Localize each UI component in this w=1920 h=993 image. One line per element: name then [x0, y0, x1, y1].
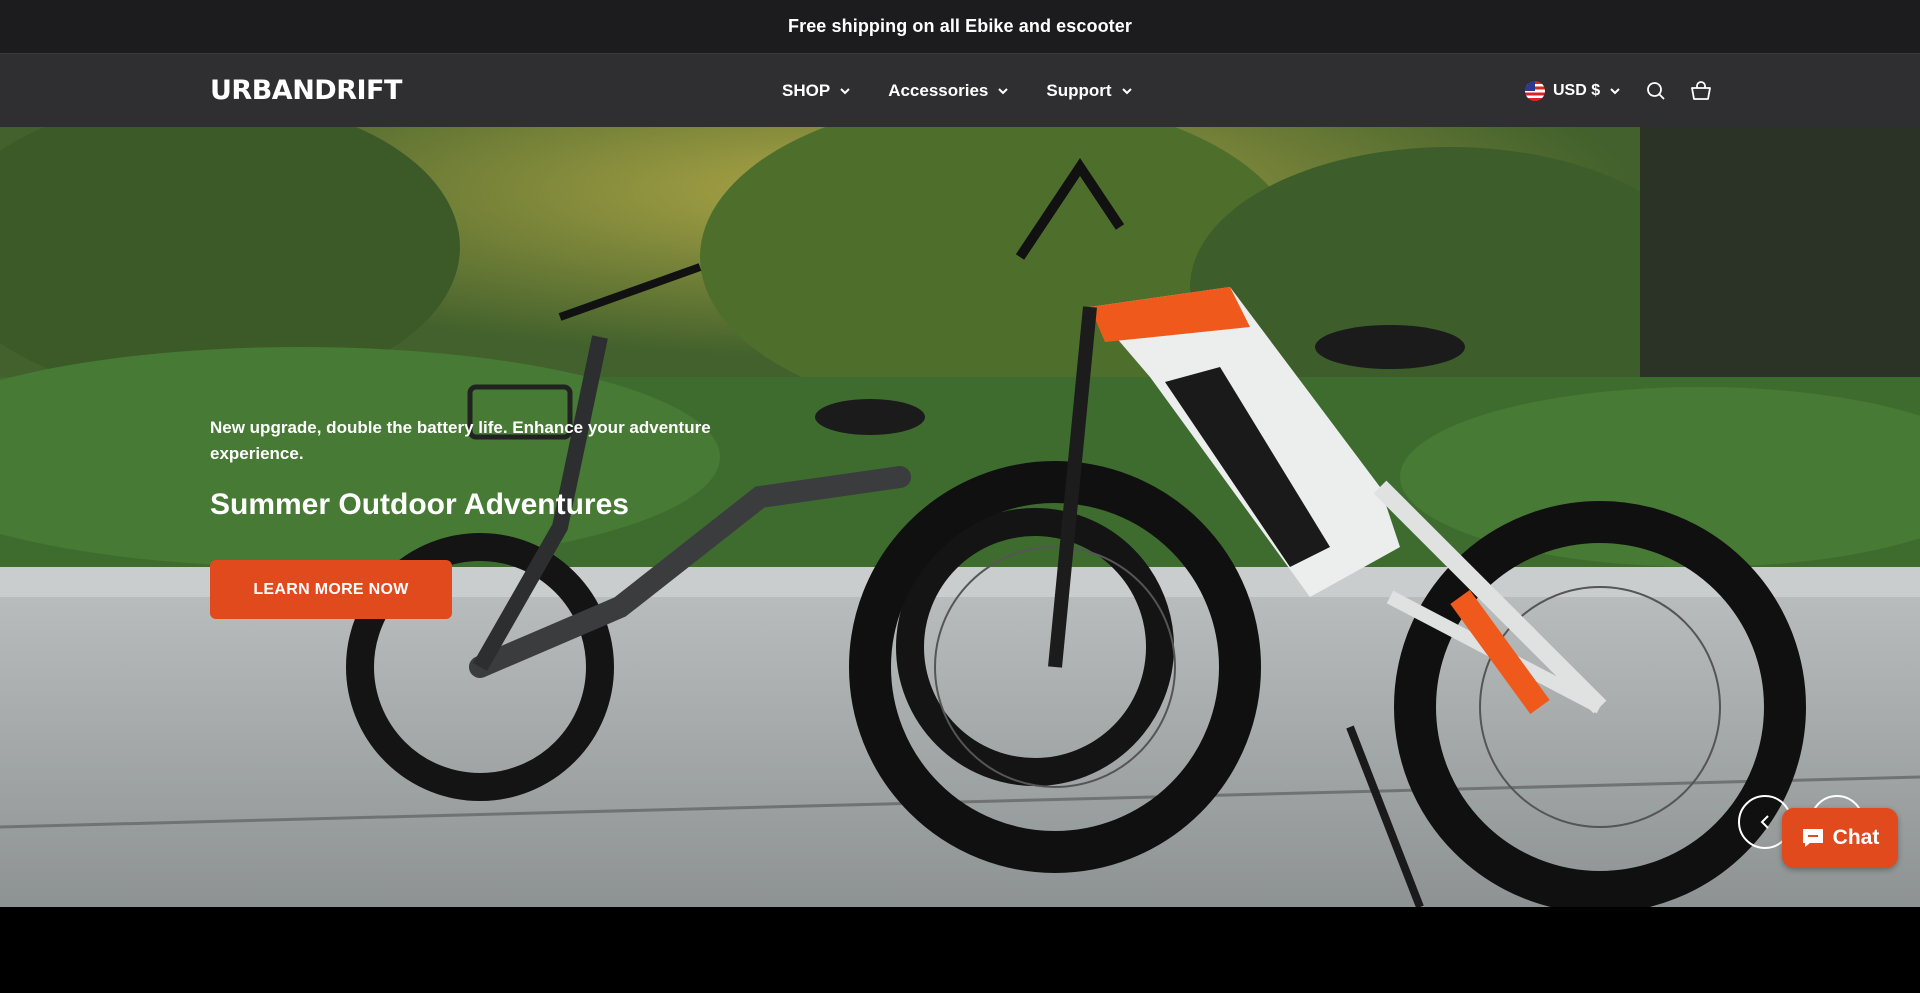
currency-label: USD $ — [1553, 82, 1601, 99]
chat-button[interactable]: Chat — [1782, 808, 1898, 868]
nav-item-accessories[interactable]: Accessories — [888, 81, 1009, 101]
learn-more-button[interactable]: LEARN MORE NOW — [210, 560, 452, 619]
nav-item-support[interactable]: Support — [1046, 81, 1132, 101]
chevron-down-icon — [840, 87, 850, 94]
currency-selector[interactable]: USD $ — [1525, 81, 1620, 101]
page-below-fold — [0, 907, 1920, 993]
nav-label: SHOP — [782, 81, 831, 100]
announcement-bar: Free shipping on all Ebike and escooter — [0, 0, 1920, 53]
search-icon — [1647, 82, 1665, 100]
chat-label: Chat — [1832, 826, 1880, 849]
site-header: URBANDRIFT SHOP Accessories Support USD … — [0, 53, 1920, 127]
header-actions: USD $ — [1525, 54, 1712, 128]
nav-label: Support — [1046, 81, 1112, 100]
site-logo[interactable]: URBANDRIFT — [210, 77, 402, 104]
hero-subtitle: New upgrade, double the battery life. En… — [210, 418, 711, 463]
us-flag-icon — [1525, 81, 1545, 101]
hero-headline: Summer Outdoor Adventures — [210, 488, 629, 521]
chevron-down-icon — [1121, 87, 1132, 94]
nav-item-shop[interactable]: SHOP — [782, 81, 850, 101]
search-button[interactable] — [1646, 81, 1666, 101]
cart-button[interactable] — [1690, 81, 1712, 101]
main-nav: SHOP Accessories Support — [782, 54, 1170, 128]
chat-bubble-icon — [1802, 829, 1823, 847]
hero-banner: New upgrade, double the battery life. En… — [0, 127, 1920, 907]
announcement-text: Free shipping on all Ebike and escooter — [788, 16, 1132, 36]
chevron-down-icon — [1610, 87, 1620, 94]
chevron-left-icon — [1760, 815, 1769, 829]
nav-label: Accessories — [888, 81, 989, 100]
cart-icon — [1691, 81, 1712, 100]
hero-copy: New upgrade, double the battery life. En… — [210, 415, 770, 523]
chevron-down-icon — [998, 87, 1009, 94]
